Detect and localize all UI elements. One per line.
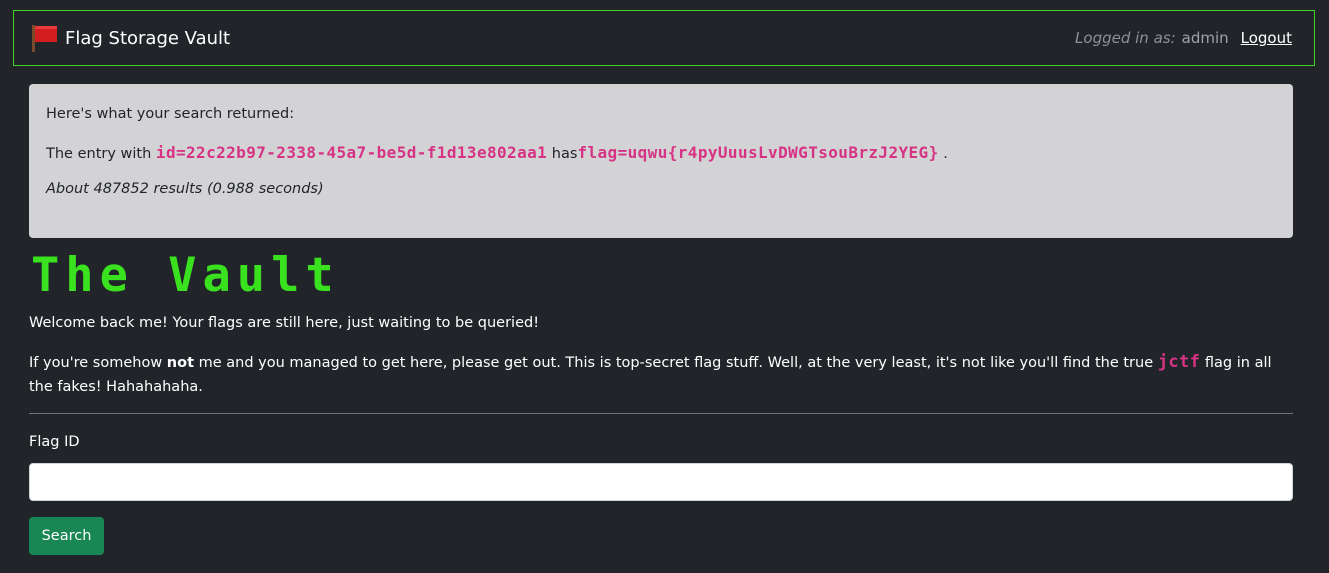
result-flag: flag=uqwu{r4pyUuusLvDWGTsouBrzJ2YEG}	[577, 143, 939, 162]
flag-id-input[interactable]	[29, 463, 1293, 501]
warning-text: If you're somehow not me and you managed…	[29, 350, 1293, 399]
result-stats: About 487852 results (0.988 seconds)	[46, 181, 324, 197]
brand-title: Flag Storage Vault	[65, 27, 231, 49]
result-connector: has	[551, 146, 578, 162]
navbar: Flag Storage Vault Logged in as: admin L…	[13, 10, 1315, 66]
warning-bold: not	[166, 355, 195, 371]
result-heading: Here's what your search returned:	[46, 106, 295, 122]
logged-in-label: Logged in as:	[1075, 29, 1176, 47]
search-result-box: Here's what your search returned: The en…	[29, 84, 1293, 238]
result-suffix: .	[943, 146, 948, 162]
warning-code: jctf	[1157, 352, 1201, 372]
result-id: id=22c22b97-2338-45a7-be5d-f1d13e802aa1	[155, 143, 548, 162]
red-flag-icon	[30, 23, 60, 53]
result-prefix: The entry with	[46, 146, 152, 162]
warning-pre: If you're somehow	[29, 355, 163, 371]
result-entry: The entry with id=22c22b97-2338-45a7-be5…	[46, 142, 1276, 165]
flag-id-label: Flag ID	[29, 434, 80, 450]
divider	[29, 413, 1293, 414]
logout-link[interactable]: Logout	[1241, 29, 1292, 47]
username: admin	[1181, 29, 1229, 47]
search-button[interactable]: Search	[29, 517, 104, 555]
user-area: Logged in as: admin Logout	[1075, 29, 1292, 47]
brand[interactable]: Flag Storage Vault	[30, 23, 230, 53]
warning-mid: me and you managed to get here, please g…	[198, 355, 1154, 371]
page-title: The Vault	[31, 248, 340, 303]
welcome-text: Welcome back me! Your flags are still he…	[29, 315, 540, 331]
